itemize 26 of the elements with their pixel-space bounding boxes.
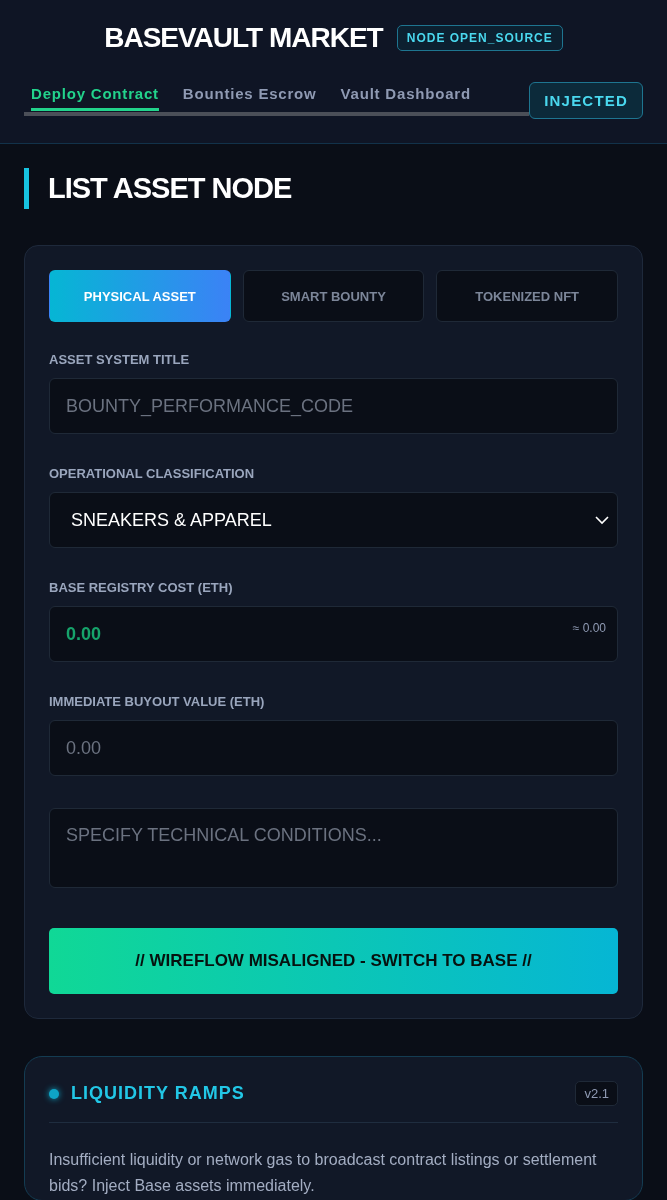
input-field[interactable]: 0.00 ≈ 0.00 — [49, 606, 618, 662]
chevron-down-icon — [595, 515, 609, 525]
scrollbar[interactable] — [24, 112, 530, 116]
asset-type-tab[interactable]: PHYSICAL ASSET — [49, 270, 231, 322]
select-field[interactable]: SNEAKERS & APPAREL — [49, 492, 618, 548]
field-label: OPERATIONAL CLASSIFICATION — [49, 466, 256, 481]
field-label: BASE REGISTRY COST (ETH) — [49, 580, 234, 595]
wallet-status-button[interactable]: INJECTED — [529, 82, 643, 119]
input-field[interactable]: 0.00 — [49, 720, 618, 776]
conversion-hint: ≈ 0.00 — [572, 621, 606, 635]
input-field[interactable]: BOUNTY_PERFORMANCE_CODE — [49, 378, 618, 434]
node-badge: NODE OPEN_SOURCE — [396, 25, 563, 51]
asset-type-tab[interactable]: SMART BOUNTY — [242, 270, 425, 322]
textarea-field[interactable]: SPECIFY TECHNICAL CONDITIONS... — [49, 808, 618, 888]
card-title: LIQUIDITY RAMPS — [71, 1083, 245, 1104]
nav-tab[interactable]: Vault Dashboard — [340, 85, 471, 111]
app-title: BASEVAULT MARKET — [104, 22, 383, 54]
version-badge: v2.1 — [575, 1081, 618, 1106]
field-label: ASSET SYSTEM TITLE — [49, 352, 191, 367]
description-text: Insufficient liquidity or network gas to broadcast contract listings or settlement bids? Inject Base assets immediately. — [49, 1150, 598, 1197]
submit-button[interactable]: // WIREFLOW MISALIGNED - SWITCH TO BASE // — [49, 928, 618, 994]
status-dot-icon — [49, 1088, 59, 1099]
nav-tab[interactable]: Bounties Escrow — [182, 85, 317, 111]
field-label: IMMEDIATE BUYOUT VALUE (ETH) — [49, 694, 266, 709]
section-title: LIST ASSET NODE — [24, 168, 643, 209]
asset-type-tab[interactable]: TOKENIZED NFT — [436, 270, 618, 322]
